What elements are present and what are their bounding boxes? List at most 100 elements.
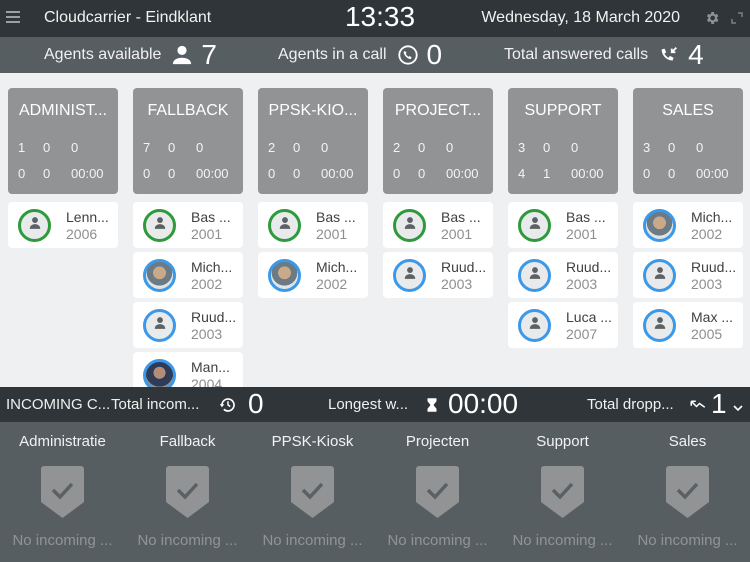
queue-header[interactable]: PROJECT... 2 0 0 0 0 00:00 bbox=[383, 88, 493, 194]
incoming-calls-panel: Administratie No incoming ... Fallback No i… bbox=[0, 422, 750, 562]
shield-check-icon bbox=[41, 466, 84, 518]
queue-header[interactable]: SALES 3 0 0 0 0 00:00 bbox=[633, 88, 743, 194]
avatar bbox=[393, 209, 426, 242]
queue-header[interactable]: PPSK-KIO... 2 0 0 0 0 00:00 bbox=[258, 88, 368, 194]
agent-card[interactable]: Bas ... 2001 bbox=[133, 202, 243, 248]
queue-stat: 0 bbox=[668, 166, 676, 181]
agent-name: Mich... bbox=[691, 209, 733, 225]
agent-card[interactable]: Ruud... 2003 bbox=[133, 302, 243, 348]
shield-check-icon bbox=[666, 466, 709, 518]
no-incoming-text: No incoming ... bbox=[262, 532, 363, 549]
incoming-queue-name: PPSK-Kiosk bbox=[271, 433, 354, 450]
person-icon bbox=[171, 44, 193, 66]
agent-extension: 2007 bbox=[566, 326, 598, 342]
stats-bar: Agents available 7 Agents in a call 0 To… bbox=[0, 37, 750, 73]
phone-icon bbox=[397, 44, 419, 66]
queue-stat: 0 bbox=[71, 140, 79, 155]
incoming-queue-name: Fallback bbox=[159, 433, 216, 450]
agent-card[interactable]: Mich... 2002 bbox=[258, 252, 368, 298]
queue-stat: 3 bbox=[518, 140, 526, 155]
queue-stat: 0 bbox=[418, 166, 426, 181]
queue-stat: 0 bbox=[543, 140, 551, 155]
agents-in-call-stat: Agents in a call 0 bbox=[278, 37, 442, 73]
person-icon bbox=[528, 266, 542, 285]
agent-card[interactable]: Bas ... 2001 bbox=[508, 202, 618, 248]
agent-card[interactable]: Luca ... 2007 bbox=[508, 302, 618, 348]
person-icon bbox=[653, 316, 667, 335]
queue-column: ADMINIST... 1 0 0 0 0 00:00 Lenn... 2006 bbox=[8, 88, 118, 248]
agent-extension: 2001 bbox=[441, 226, 473, 242]
missed-call-icon bbox=[690, 400, 706, 408]
queue-stat: 2 bbox=[268, 140, 276, 155]
agent-card[interactable]: Bas ... 2001 bbox=[258, 202, 368, 248]
queue-stat: 0 bbox=[393, 166, 401, 181]
agents-available-stat: Agents available 7 bbox=[44, 37, 217, 73]
queue-stat: 00:00 bbox=[321, 166, 354, 181]
agent-name: Man... bbox=[191, 359, 230, 375]
queue-stat: 0 bbox=[446, 140, 454, 155]
queue-stat: 2 bbox=[393, 140, 401, 155]
agent-extension: 2002 bbox=[191, 276, 223, 292]
gear-icon[interactable] bbox=[704, 10, 720, 26]
agent-extension: 2004 bbox=[191, 376, 223, 387]
agent-card[interactable]: Ruud... 2003 bbox=[508, 252, 618, 298]
queue-header[interactable]: FALLBACK 7 0 0 0 0 00:00 bbox=[133, 88, 243, 194]
queue-column: SALES 3 0 0 0 0 00:00 Mich... 2002 Ruud... 2003 Max… bbox=[633, 88, 743, 348]
agent-card[interactable]: Bas ... 2001 bbox=[383, 202, 493, 248]
agent-name: Ruud... bbox=[441, 259, 487, 275]
avatar bbox=[143, 209, 176, 242]
person-icon bbox=[403, 266, 417, 285]
agent-name: Bas ... bbox=[191, 209, 231, 225]
queue-stat: 00:00 bbox=[446, 166, 479, 181]
queue-stat: 3 bbox=[643, 140, 651, 155]
agent-extension: 2006 bbox=[66, 226, 98, 242]
agent-card[interactable]: Ruud... 2003 bbox=[383, 252, 493, 298]
shield-check-icon bbox=[541, 466, 584, 518]
queue-stat: 00:00 bbox=[696, 166, 729, 181]
avatar bbox=[643, 309, 676, 342]
avatar bbox=[143, 359, 176, 387]
queue-name: PPSK-KIO... bbox=[268, 102, 358, 119]
queue-stat: 4 bbox=[518, 166, 526, 181]
agent-name: Luca ... bbox=[566, 309, 612, 325]
total-dropped-value: 1 bbox=[711, 388, 727, 419]
agent-card[interactable]: Max ... 2005 bbox=[633, 302, 743, 348]
agent-extension: 2003 bbox=[441, 276, 473, 292]
agent-card[interactable]: Man... 2004 bbox=[133, 352, 243, 387]
hourglass-icon bbox=[427, 398, 437, 412]
chevron-down-icon[interactable] bbox=[732, 399, 744, 417]
agent-card[interactable]: Mich... 2002 bbox=[133, 252, 243, 298]
incoming-queue-name: Sales bbox=[668, 433, 707, 450]
no-incoming-text: No incoming ... bbox=[512, 532, 613, 549]
avatar bbox=[268, 209, 301, 242]
queue-stat: 0 bbox=[418, 140, 426, 155]
queue-stat: 0 bbox=[293, 166, 301, 181]
queue-stat: 0 bbox=[168, 140, 176, 155]
person-icon bbox=[153, 216, 167, 235]
person-icon bbox=[278, 216, 292, 235]
longest-wait-value: 00:00 bbox=[448, 388, 519, 419]
no-incoming-text: No incoming ... bbox=[637, 532, 738, 549]
agent-card[interactable]: Lenn... 2006 bbox=[8, 202, 118, 248]
agent-card[interactable]: Ruud... 2003 bbox=[633, 252, 743, 298]
history-icon bbox=[219, 398, 235, 412]
total-dropped-label: Total dropp... bbox=[587, 396, 674, 413]
avatar bbox=[143, 259, 176, 292]
total-answered-stat: Total answered calls 4 bbox=[504, 37, 704, 73]
queue-stat: 0 bbox=[43, 140, 51, 155]
queue-stat: 0 bbox=[168, 166, 176, 181]
expand-icon[interactable] bbox=[731, 12, 743, 24]
queue-stat: 0 bbox=[321, 140, 329, 155]
total-incoming-label: Total incom... bbox=[111, 396, 200, 413]
queue-header[interactable]: ADMINIST... 1 0 0 0 0 00:00 bbox=[8, 88, 118, 194]
agent-name: Ruud... bbox=[191, 309, 237, 325]
total-answered-label: Total answered calls bbox=[504, 46, 649, 63]
agent-card[interactable]: Mich... 2002 bbox=[633, 202, 743, 248]
queue-column: PPSK-KIO... 2 0 0 0 0 00:00 Bas ... 2001 Mich... 2… bbox=[258, 88, 368, 298]
agent-extension: 2003 bbox=[566, 276, 598, 292]
agent-name: Ruud... bbox=[566, 259, 612, 275]
queue-header[interactable]: SUPPORT 3 0 0 4 1 00:00 bbox=[508, 88, 618, 194]
agent-name: Mich... bbox=[191, 259, 233, 275]
incoming-queue-name: Support bbox=[536, 433, 589, 450]
queue-stat: 00:00 bbox=[571, 166, 604, 181]
